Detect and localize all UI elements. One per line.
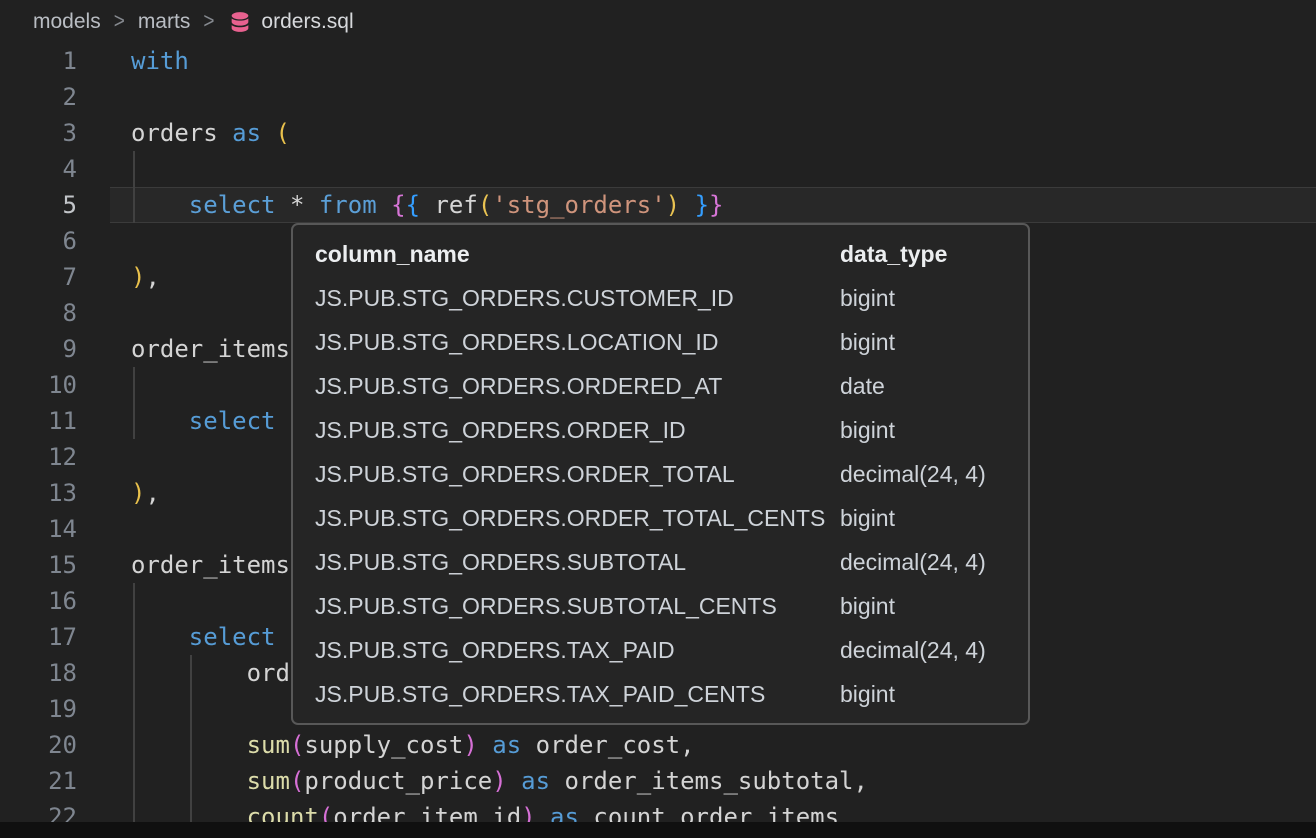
popup-column-row: JS.PUB.STG_ORDERS.SUBTOTALdecimal(24, 4): [293, 540, 1028, 584]
code-line-text: [77, 151, 131, 187]
breadcrumb-item-marts[interactable]: marts: [138, 10, 191, 34]
line-number[interactable]: 8: [0, 295, 77, 331]
code-line-text: [77, 439, 131, 475]
popup-cell-data-type: bigint: [840, 593, 1028, 620]
chevron-right-icon: >: [203, 9, 214, 34]
line-number[interactable]: 9: [0, 331, 77, 367]
popup-cell-data-type: bigint: [840, 505, 1028, 532]
code-line-text: [77, 295, 131, 331]
line-number[interactable]: 15: [0, 547, 77, 583]
indent-guide: [133, 151, 135, 223]
code-line-text: select: [77, 619, 276, 655]
popup-column-row: JS.PUB.STG_ORDERS.LOCATION_IDbigint: [293, 320, 1028, 364]
popup-column-row: JS.PUB.STG_ORDERS.CUSTOMER_IDbigint: [293, 276, 1028, 320]
popup-column-row: JS.PUB.STG_ORDERS.ORDERED_ATdate: [293, 364, 1028, 408]
popup-cell-data-type: bigint: [840, 681, 1028, 708]
popup-cell-data-type: decimal(24, 4): [840, 549, 1028, 576]
code-line[interactable]: 1with: [0, 43, 1316, 79]
code-line-text: ),: [77, 475, 160, 511]
popup-cell-column-name: JS.PUB.STG_ORDERS.SUBTOTAL: [315, 549, 840, 576]
line-number[interactable]: 19: [0, 691, 77, 727]
column-hover-popup: column_name data_type JS.PUB.STG_ORDERS.…: [291, 223, 1030, 725]
popup-column-row: JS.PUB.STG_ORDERS.ORDER_TOTAL_CENTSbigin…: [293, 496, 1028, 540]
code-line-text: [77, 583, 131, 619]
popup-cell-data-type: bigint: [840, 285, 1028, 312]
code-line-text: [77, 367, 131, 403]
indent-guide: [133, 367, 135, 439]
code-line-text: [77, 79, 131, 115]
code-line-text: sum(product_price) as order_items_subtot…: [77, 763, 868, 799]
code-line-text: ),: [77, 259, 160, 295]
popup-column-row: JS.PUB.STG_ORDERS.ORDER_TOTALdecimal(24,…: [293, 452, 1028, 496]
line-number[interactable]: 20: [0, 727, 77, 763]
popup-cell-column-name: JS.PUB.STG_ORDERS.TAX_PAID: [315, 637, 840, 664]
code-line[interactable]: 21 sum(product_price) as order_items_sub…: [0, 763, 1316, 799]
code-line[interactable]: 2: [0, 79, 1316, 115]
code-line-text: sum(supply_cost) as order_cost,: [77, 727, 695, 763]
breadcrumb-item-models[interactable]: models: [33, 10, 101, 34]
line-number[interactable]: 5: [0, 187, 77, 223]
indent-guide: [133, 583, 135, 838]
popup-column-row: JS.PUB.STG_ORDERS.SUBTOTAL_CENTSbigint: [293, 584, 1028, 628]
breadcrumb-item-file[interactable]: orders.sql: [227, 10, 353, 35]
line-number[interactable]: 6: [0, 223, 77, 259]
line-number[interactable]: 10: [0, 367, 77, 403]
code-line-text: order_items: [77, 331, 290, 367]
code-line-text: [77, 691, 131, 727]
code-line-text: [77, 223, 131, 259]
file-name: orders.sql: [261, 10, 353, 34]
popup-cell-data-type: bigint: [840, 417, 1028, 444]
popup-header-row: column_name data_type: [293, 232, 1028, 276]
code-line-text: ord: [77, 655, 290, 691]
popup-cell-column-name: JS.PUB.STG_ORDERS.TAX_PAID_CENTS: [315, 681, 840, 708]
line-number[interactable]: 4: [0, 151, 77, 187]
line-number[interactable]: 7: [0, 259, 77, 295]
line-number[interactable]: 21: [0, 763, 77, 799]
line-number[interactable]: 2: [0, 79, 77, 115]
popup-column-row: JS.PUB.STG_ORDERS.ORDER_IDbigint: [293, 408, 1028, 452]
popup-cell-column-name: JS.PUB.STG_ORDERS.CUSTOMER_ID: [315, 285, 840, 312]
breadcrumb: models > marts > orders.sql: [0, 0, 1316, 44]
code-line[interactable]: 3orders as (: [0, 115, 1316, 151]
popup-cell-column-name: JS.PUB.STG_ORDERS.ORDER_TOTAL_CENTS: [315, 505, 840, 532]
popup-cell-data-type: decimal(24, 4): [840, 461, 1028, 488]
popup-column-row: JS.PUB.STG_ORDERS.TAX_PAIDdecimal(24, 4): [293, 628, 1028, 672]
popup-cell-column-name: JS.PUB.STG_ORDERS.LOCATION_ID: [315, 329, 840, 356]
line-number[interactable]: 11: [0, 403, 77, 439]
line-number[interactable]: 14: [0, 511, 77, 547]
popup-cell-data-type: bigint: [840, 329, 1028, 356]
code-line-text: orders as (: [77, 115, 290, 151]
popup-cell-column-name: JS.PUB.STG_ORDERS.ORDER_ID: [315, 417, 840, 444]
popup-header-data-type: data_type: [840, 241, 1028, 268]
line-number[interactable]: 17: [0, 619, 77, 655]
popup-cell-data-type: date: [840, 373, 1028, 400]
indent-guide: [190, 655, 192, 838]
code-line-text: order_items: [77, 547, 290, 583]
popup-column-row: JS.PUB.STG_ORDERS.TAX_PAID_CENTSbigint: [293, 672, 1028, 716]
popup-cell-column-name: JS.PUB.STG_ORDERS.SUBTOTAL_CENTS: [315, 593, 840, 620]
current-line-highlight: [110, 187, 1316, 223]
line-number[interactable]: 12: [0, 439, 77, 475]
code-line-text: [77, 511, 131, 547]
popup-header-column-name: column_name: [315, 241, 840, 268]
code-line-text: with: [77, 43, 189, 79]
popup-cell-column-name: JS.PUB.STG_ORDERS.ORDER_TOTAL: [315, 461, 840, 488]
code-line[interactable]: 20 sum(supply_cost) as order_cost,: [0, 727, 1316, 763]
database-icon: [227, 10, 253, 35]
line-number[interactable]: 3: [0, 115, 77, 151]
line-number[interactable]: 13: [0, 475, 77, 511]
popup-cell-data-type: decimal(24, 4): [840, 637, 1028, 664]
line-number[interactable]: 1: [0, 43, 77, 79]
popup-cell-column-name: JS.PUB.STG_ORDERS.ORDERED_AT: [315, 373, 840, 400]
code-line-text: select: [77, 403, 276, 439]
code-line[interactable]: 4: [0, 151, 1316, 187]
code-editor[interactable]: 1with23orders as (45 select * from {{ re…: [0, 43, 1316, 838]
chevron-right-icon: >: [114, 9, 125, 34]
line-number[interactable]: 18: [0, 655, 77, 691]
line-number[interactable]: 16: [0, 583, 77, 619]
editor-bottom-edge: [0, 822, 1316, 838]
